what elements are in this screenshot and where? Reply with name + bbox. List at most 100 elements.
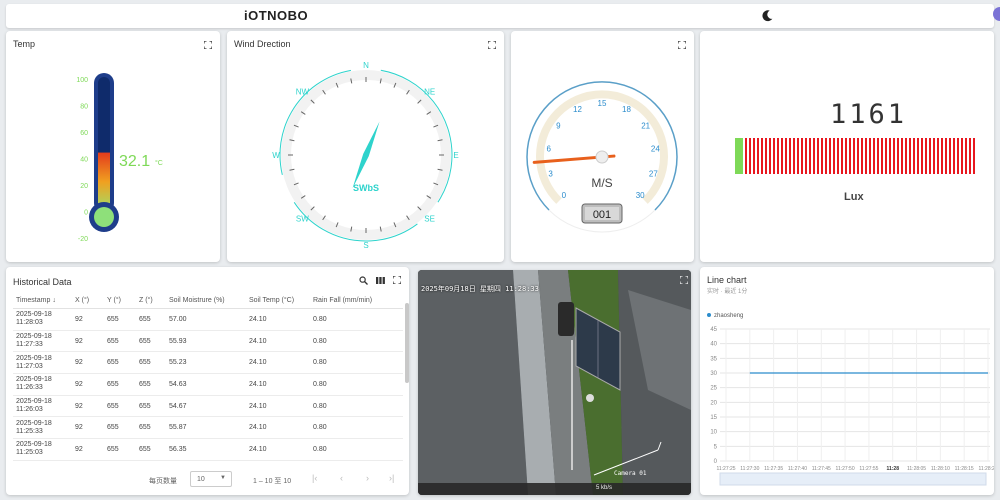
last-page-icon[interactable]: ›|: [389, 473, 394, 483]
table-row[interactable]: 2025-09-18 11:26:33 92 655 655 54.63 24.10 0.80: [13, 374, 403, 396]
compass-label-w: W: [272, 151, 280, 160]
table-body: 2025-09-18 11:28:03 92 655 655 57.00 24.10 0.80…: [13, 309, 403, 461]
gauge-scale-label: 6: [546, 145, 551, 154]
col-y[interactable]: Y (°): [107, 297, 139, 304]
lux-bar: [877, 138, 879, 174]
col-x[interactable]: X (°): [75, 297, 107, 304]
lux-bar: [901, 138, 903, 174]
lux-bar: [913, 138, 915, 174]
linechart-card: Line chart 实时 · 最近 1分 zhaosheng 0 5 10 15 20…: [700, 267, 994, 495]
lux-bar: [765, 138, 767, 174]
table-row[interactable]: 2025-09-18 11:27:03 92 655 655 55.23 24.10 0.80: [13, 352, 403, 375]
cell-rainfall: 0.80: [313, 337, 327, 345]
wind-compass: N NE E SE S SW W NW SWbS: [272, 61, 458, 250]
gauge-scale-label: 21: [641, 121, 650, 130]
camera-bitrate: 5 kb/s: [596, 485, 613, 491]
next-page-icon[interactable]: ›: [366, 473, 369, 483]
cell-z: 655: [139, 359, 151, 367]
camera-card[interactable]: 2025年09月18日 星期四 11:28:33 Camera 01 5 kb/…: [418, 270, 691, 495]
lux-bar: [781, 138, 783, 174]
col-soil-temp[interactable]: Soil Temp (°C): [249, 297, 313, 304]
table-row[interactable]: 2025-09-18 11:26:03 92 655 655 54.67 24.10 0.80: [13, 396, 403, 418]
cell-soil-temp: 24.10: [249, 337, 267, 345]
y-tick-label: 10: [710, 430, 717, 436]
gauge-scale-label: 9: [556, 121, 561, 130]
pagination: 每页数量 10 ▼ 1 – 10 至 10 |‹ ‹ › ›|: [6, 469, 409, 489]
cell-soil-moisture: 56.35: [169, 445, 187, 453]
history-card: Historical Data Timestamp ↓ X (°) Y (°) Z…: [6, 267, 409, 495]
avatar[interactable]: [993, 7, 1000, 21]
table-row[interactable]: 2025-09-18 11:28:03 92 655 655 57.00 24.10 0.80: [13, 309, 403, 331]
table-row[interactable]: 2025-09-18 11:25:33 92 655 655 55.87 24.10 0.80: [13, 417, 403, 440]
camera-feed: [418, 270, 691, 495]
x-tick-label: 11:27:40: [788, 466, 807, 472]
columns-icon[interactable]: [376, 276, 385, 285]
lux-bar: [845, 138, 847, 174]
cell-rainfall: 0.80: [313, 380, 327, 388]
x-tick-label: 11:27:45: [812, 466, 831, 472]
table-header: Timestamp ↓ X (°) Y (°) Z (°) Soil Moistr…: [13, 293, 403, 309]
temp-scale-label: 100: [76, 77, 88, 84]
cell-rainfall: 0.80: [313, 424, 327, 432]
fullscreen-icon[interactable]: [393, 276, 401, 284]
col-timestamp[interactable]: Timestamp ↓: [13, 297, 75, 305]
table-scrollbar[interactable]: [405, 303, 409, 383]
col-rainfall[interactable]: Rain Fall (mm/min): [313, 297, 393, 304]
cell-y: 655: [107, 445, 119, 453]
lux-bar: [905, 138, 907, 174]
lux-bar: [777, 138, 779, 174]
temp-card: Temp 100 80 60 40 20 0 -20 32.1 °C: [6, 31, 220, 262]
lux-bar: [917, 138, 919, 174]
table-row[interactable]: 2025-09-18 11:25:03 92 655 655 56.35 24.10 0.80: [13, 439, 403, 461]
lux-bar: [821, 138, 823, 174]
col-soil-moisture[interactable]: Soil Moistrure (%): [169, 297, 249, 304]
col-z[interactable]: Z (°): [139, 297, 169, 304]
lux-bar: [793, 138, 795, 174]
lux-bar: [933, 138, 935, 174]
cell-y: 655: [107, 359, 119, 367]
cell-rainfall: 0.80: [313, 359, 327, 367]
speed-gauge: 0 3 6 9 12 15 18 21 24 27 30 M/S 001: [526, 81, 678, 233]
temp-scale-label: 60: [80, 130, 88, 137]
cell-x: 92: [75, 445, 83, 453]
y-tick-label: 40: [710, 342, 717, 348]
compass-label-n: N: [363, 61, 369, 70]
prev-page-icon[interactable]: ‹: [340, 473, 343, 483]
lux-bar: [897, 138, 899, 174]
cell-z: 655: [139, 315, 151, 323]
lux-bar: [757, 138, 759, 174]
chevron-down-icon: ▼: [220, 475, 226, 481]
lux-bar: [829, 138, 831, 174]
cell-soil-temp: 24.10: [249, 380, 267, 388]
per-page-label: 每页数量: [149, 478, 177, 485]
gauge-scale-label: 0: [562, 191, 567, 200]
lux-bar: [921, 138, 923, 174]
cell-timestamp: 2025-09-18 11:27:03: [16, 354, 52, 370]
temp-scale-label: -20: [78, 236, 88, 243]
thermometer: 100 80 60 40 20 0 -20: [76, 73, 119, 243]
first-page-icon[interactable]: |‹: [312, 473, 317, 483]
cell-timestamp: 2025-09-18 11:25:33: [16, 419, 52, 435]
fullscreen-icon[interactable]: [680, 276, 688, 284]
cell-x: 92: [75, 359, 83, 367]
temp-scale-label: 40: [80, 157, 88, 164]
lux-bar: [797, 138, 799, 174]
table-row[interactable]: 2025-09-18 11:27:33 92 655 655 55.93 24.10 0.80: [13, 331, 403, 353]
x-tick-label: 11:28:05: [907, 466, 926, 472]
per-page-select[interactable]: 10 ▼: [190, 471, 232, 487]
cell-soil-moisture: 54.63: [169, 380, 187, 388]
zoom-slider[interactable]: [719, 472, 987, 486]
lux-bar: [841, 138, 843, 174]
dark-mode-icon[interactable]: [761, 9, 774, 22]
cell-x: 92: [75, 380, 83, 388]
temp-scale-label: 80: [80, 104, 88, 111]
sort-down-icon[interactable]: ↓: [52, 297, 56, 304]
cell-y: 655: [107, 402, 119, 410]
cell-z: 655: [139, 402, 151, 410]
lux-bar: [857, 138, 859, 174]
lux-bar: [853, 138, 855, 174]
search-icon[interactable]: [359, 276, 368, 285]
compass-label-nw: NW: [296, 87, 310, 96]
cell-rainfall: 0.80: [313, 445, 327, 453]
lux-bar: [837, 138, 839, 174]
